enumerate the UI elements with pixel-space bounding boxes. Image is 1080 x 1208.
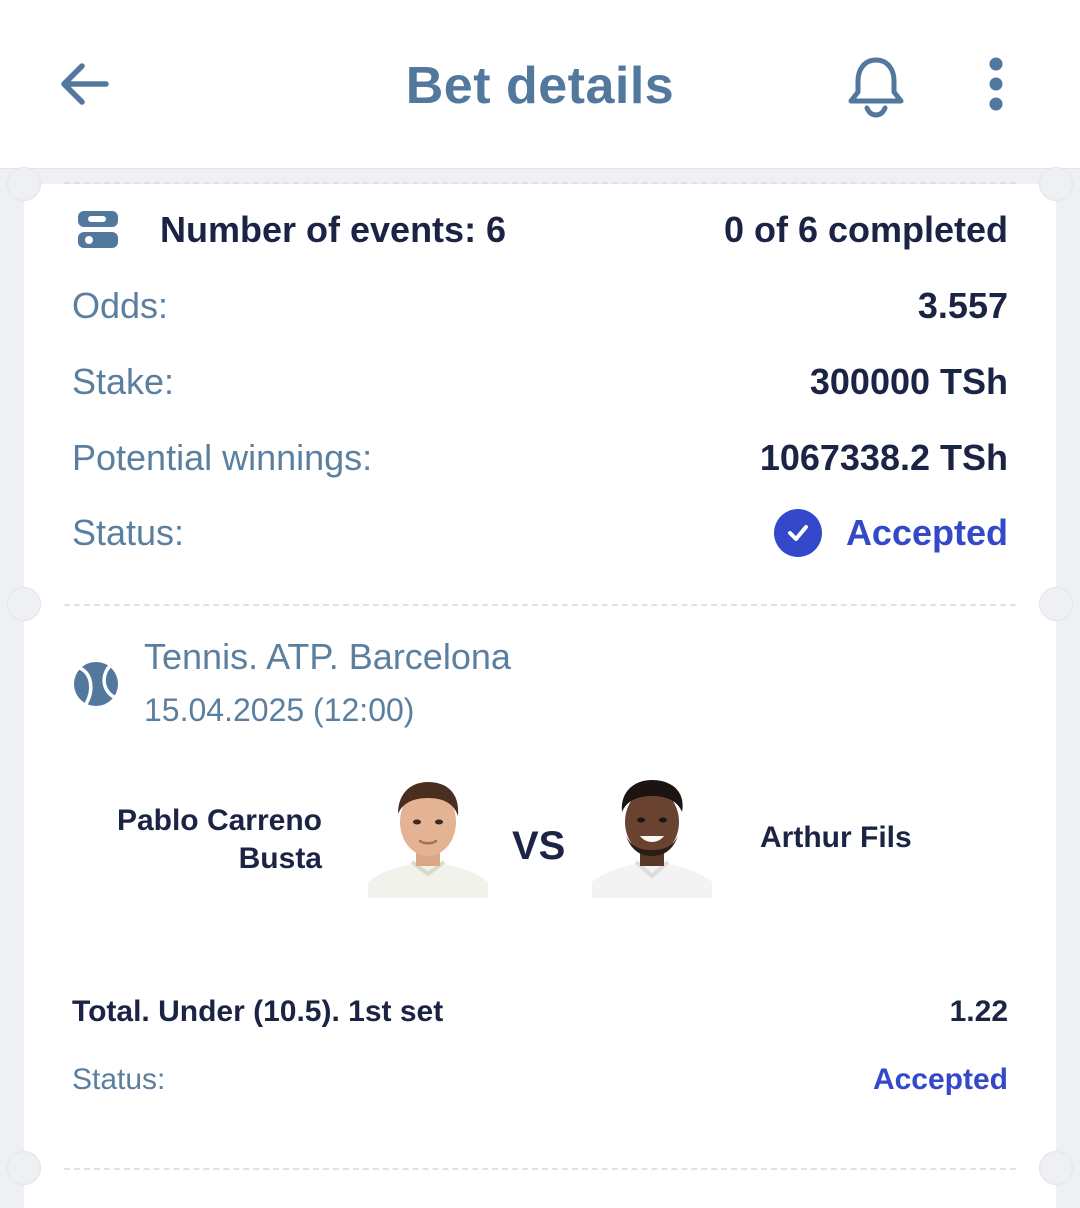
player-left-name-line2: Busta <box>238 842 322 875</box>
player-left-avatar <box>368 778 488 898</box>
tournament-title: Tennis. ATP. Barcelona <box>144 636 511 677</box>
list-toggle-icon <box>78 211 118 248</box>
events-count-label: Number of events: 6 <box>160 209 507 250</box>
winnings-row: Potential winnings: 1067338.2 TSh <box>72 436 1008 480</box>
ticket-notch <box>1039 1151 1073 1185</box>
more-vertical-icon <box>989 57 1003 111</box>
stake-value: 300000 TSh <box>809 361 1008 402</box>
winnings-label: Potential winnings: <box>72 437 373 478</box>
player-left-name: Pablo Carreno Busta <box>84 802 322 878</box>
bet-summary-card: Number of events: 6 0 of 6 completed Odd… <box>7 167 1073 604</box>
app-header: Bet details <box>0 0 1080 169</box>
divider <box>64 1168 1016 1170</box>
market-odds: 1.22 <box>949 995 1008 1028</box>
player-right-name: Arthur Fils <box>760 821 912 854</box>
market-label: Total. Under (10.5). 1st set <box>72 995 444 1028</box>
tennis-ball-icon <box>74 662 118 706</box>
stake-label: Stake: <box>72 361 175 402</box>
market-row: Total. Under (10.5). 1st set 1.22 <box>72 992 1008 1032</box>
events-count-group: Number of events: 6 <box>72 208 506 252</box>
odds-label: Odds: <box>72 285 169 326</box>
events-row: Number of events: 6 0 of 6 completed <box>72 208 1008 252</box>
event-date: 15.04.2025 (12:00) <box>144 692 415 728</box>
stake-row: Stake: 300000 TSh <box>72 360 1008 404</box>
event-status-label: Status: <box>72 1063 166 1096</box>
page-title: Bet details <box>405 57 675 115</box>
ticket-notch <box>1039 587 1073 621</box>
status-badge: Accepted <box>773 509 1008 557</box>
odds-value: 3.557 <box>917 285 1008 326</box>
completed-count: 0 of 6 completed <box>723 209 1008 250</box>
divider <box>64 604 1016 606</box>
ticket-notch <box>1039 167 1073 201</box>
status-label: Status: <box>72 512 185 553</box>
next-event-card[interactable] <box>7 1151 1073 1208</box>
status-value: Accepted <box>845 512 1008 553</box>
event-status-row: Status: Accepted <box>72 1060 1008 1100</box>
notifications-button[interactable] <box>840 50 912 122</box>
ticket-notch <box>7 1151 41 1185</box>
odds-row: Odds: 3.557 <box>72 284 1008 328</box>
versus-label: VS <box>512 824 566 868</box>
player-left-name-line1: Pablo Carreno <box>116 804 322 837</box>
event-card[interactable]: Tennis. ATP. Barcelona 15.04.2025 (12:00… <box>7 587 1073 1168</box>
more-options-button[interactable] <box>968 52 1024 116</box>
bell-icon <box>848 57 904 118</box>
status-row: Status: Accepted <box>72 508 1008 558</box>
ticket-notch <box>7 167 41 201</box>
check-circle-icon <box>773 509 822 557</box>
player-right-avatar <box>592 778 712 898</box>
winnings-value: 1067338.2 TSh <box>759 437 1008 478</box>
event-status-value: Accepted <box>872 1063 1008 1096</box>
ticket-notch <box>7 587 41 621</box>
divider <box>64 182 1016 184</box>
